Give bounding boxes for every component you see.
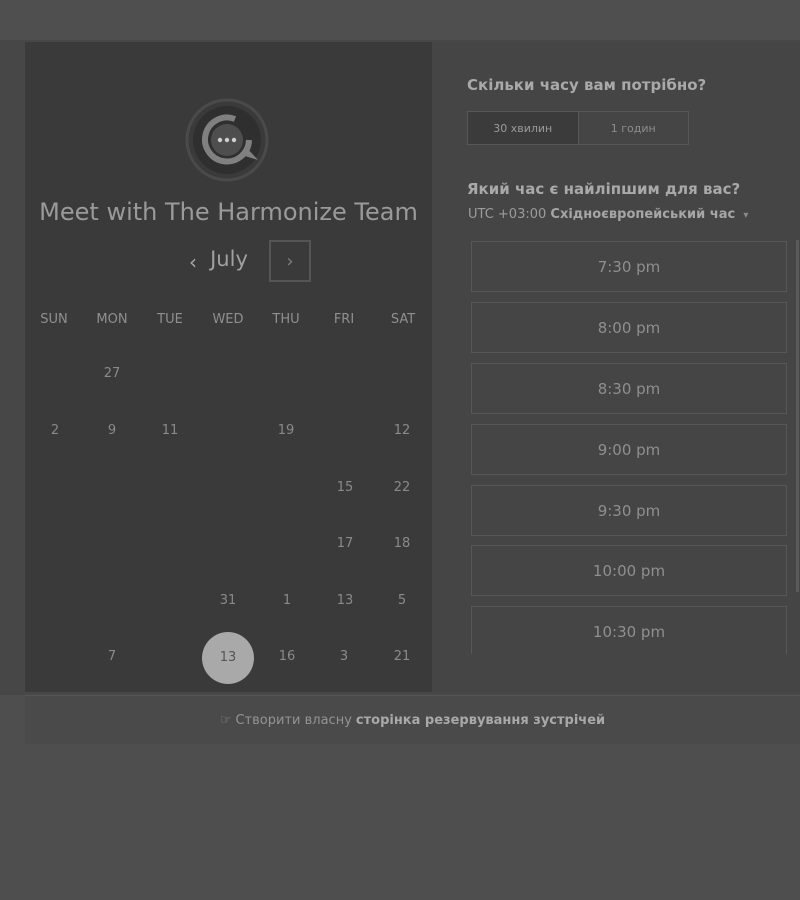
weekday-mon: MON — [96, 312, 128, 327]
timezone-offset: UTC +03:00 — [468, 207, 547, 222]
calendar-day[interactable]: 9 — [92, 423, 132, 443]
duration-30min-button[interactable]: 30 хвилин — [468, 112, 579, 144]
month-navigation: ‹ July › — [25, 240, 432, 284]
weekday-thu: THU — [272, 312, 300, 327]
timeslot-button[interactable]: 10:00 pm — [471, 545, 787, 596]
weekday-sun: SUN — [40, 312, 68, 327]
timezone-selector[interactable]: UTC +03:00 Східноєвропейський час ▾ — [468, 207, 748, 222]
footer-bold-link[interactable]: сторінка резервування зустрічей — [356, 713, 605, 728]
calendar-day[interactable]: 1 — [267, 593, 307, 613]
timeslot-scrollbar[interactable] — [796, 240, 799, 592]
duration-toggle: 30 хвилин 1 годин — [467, 111, 689, 145]
timeslot-button[interactable]: 7:30 pm — [471, 241, 787, 292]
calendar-day[interactable]: 2 — [35, 423, 75, 443]
calendar-day[interactable]: 5 — [382, 593, 422, 613]
top-bar — [0, 0, 800, 41]
calendar-day[interactable]: 17 — [325, 536, 365, 556]
time-question: Який час є найліпшим для вас? — [467, 180, 741, 198]
pointer-icon: ☞ — [219, 712, 232, 728]
timeslot-button[interactable]: 8:00 pm — [471, 302, 787, 353]
month-label: July — [210, 247, 248, 271]
calendar-day[interactable]: 3 — [324, 649, 364, 669]
page-background — [0, 744, 800, 900]
page-title: Meet with The Harmonize Team — [39, 198, 418, 226]
duration-1hour-button[interactable]: 1 годин — [579, 112, 689, 144]
footer-link[interactable]: ☞ Створити власну сторінка резервування … — [25, 695, 800, 744]
timeslot-button[interactable]: 9:00 pm — [471, 424, 787, 475]
chevron-right-icon: › — [286, 250, 294, 272]
calendar-day[interactable]: 21 — [382, 649, 422, 669]
timeslot-list: 7:30 pm 8:00 pm 8:30 pm 9:00 pm 9:30 pm … — [466, 236, 796, 654]
weekday-tue: TUE — [157, 312, 183, 327]
calendar-day[interactable]: 18 — [382, 536, 422, 556]
weekday-fri: FRI — [333, 312, 355, 327]
calendar-day[interactable]: 27 — [92, 366, 132, 386]
footer-text: Створити власну — [235, 712, 352, 728]
calendar-day[interactable]: 19 — [266, 423, 306, 443]
calendar-day[interactable]: 16 — [267, 649, 307, 669]
calendar-day[interactable]: 22 — [382, 480, 422, 500]
weekday-sat: SAT — [390, 312, 416, 327]
duration-question: Скільки часу вам потрібно? — [467, 76, 707, 94]
timezone-name: Східноєвропейський час — [550, 207, 736, 222]
timeslot-button[interactable]: 8:30 pm — [471, 363, 787, 414]
calendar-day[interactable]: 12 — [382, 423, 422, 443]
calendar-day[interactable]: 13 — [325, 593, 365, 613]
timeslot-button[interactable]: 9:30 pm — [471, 485, 787, 536]
weekday-wed: WED — [212, 312, 244, 327]
calendar-day[interactable]: 31 — [208, 593, 248, 613]
calendar-day[interactable]: 11 — [150, 423, 190, 443]
chat-bubble-icon — [185, 98, 269, 182]
caret-down-icon: ▾ — [743, 210, 749, 221]
next-month-button[interactable]: › — [269, 240, 311, 282]
calendar-day[interactable]: 15 — [325, 480, 365, 500]
calendar-day-selected[interactable]: 13 — [202, 632, 254, 684]
timeslot-button[interactable]: 10:30 pm — [471, 606, 787, 654]
calendar-day[interactable]: 7 — [92, 649, 132, 669]
